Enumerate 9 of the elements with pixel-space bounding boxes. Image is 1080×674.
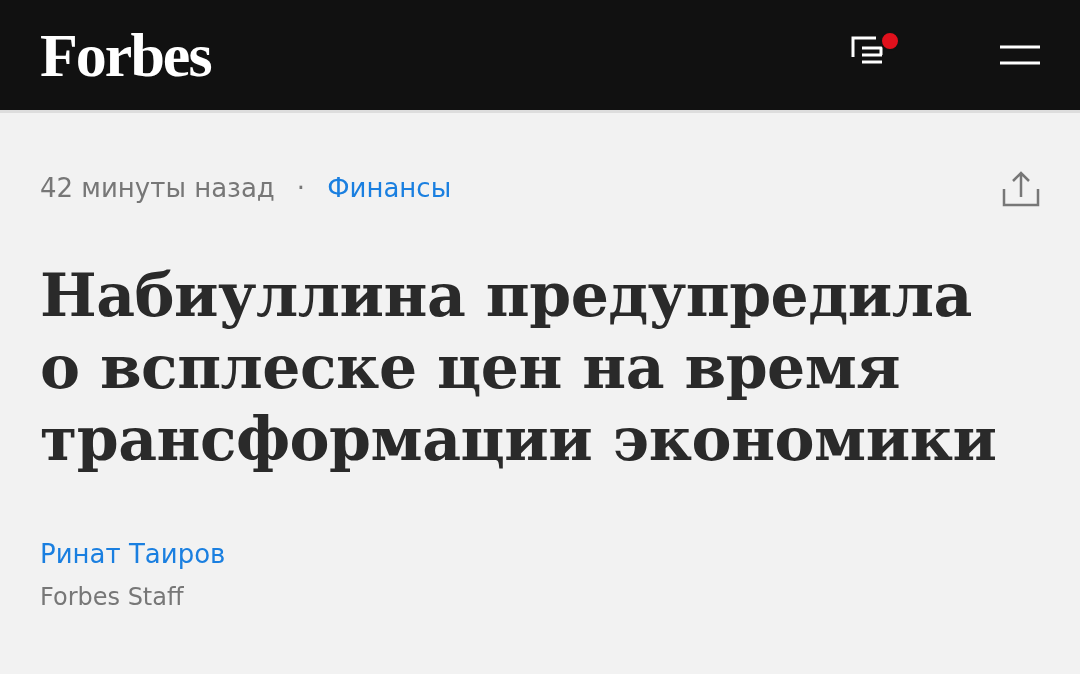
author-role: Forbes Staff (40, 583, 185, 611)
share-icon[interactable] (1002, 169, 1040, 207)
separator-dot: · (296, 173, 306, 203)
category-link[interactable]: Финансы (327, 173, 452, 203)
menu-icon[interactable] (1000, 45, 1040, 65)
publish-time: 42 минуты назад (40, 173, 275, 203)
article-title: Набиуллина предупредила о всплеске цен на время трансформации экономики (40, 259, 998, 475)
logo[interactable]: Forbes (40, 19, 211, 91)
author-link[interactable]: Ринат Таиров (40, 539, 1040, 569)
